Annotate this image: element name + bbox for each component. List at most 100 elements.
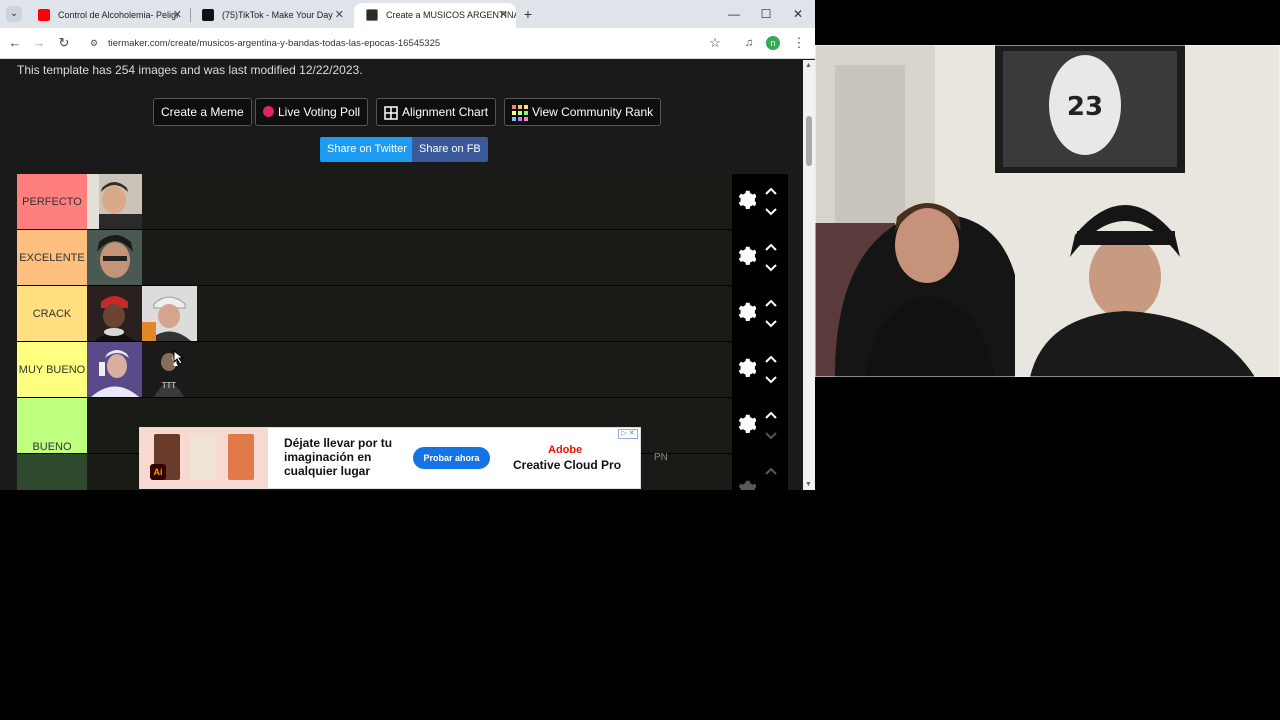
settings-gear-icon[interactable] (736, 358, 756, 378)
tier-items[interactable] (87, 230, 732, 285)
tier-controls (732, 230, 788, 285)
browser-window: ⌄ Control de Alcoholemia- Peligr ✕ (75)T… (0, 0, 815, 490)
minimize-icon[interactable]: — (724, 4, 744, 24)
chevron-down-icon[interactable] (764, 431, 778, 441)
artist-image[interactable]: TTT (142, 342, 197, 397)
tab-tiktok[interactable]: (75)TikTok - Make Your Day ✕ (190, 3, 352, 28)
chevron-up-icon[interactable] (764, 466, 778, 476)
webcam-feed: 23 (815, 45, 1280, 377)
settings-gear-icon[interactable] (736, 190, 756, 210)
tier-row: PERFECTO (17, 174, 788, 230)
create-meme-label: Create a Meme (161, 105, 244, 119)
create-meme-button[interactable]: Create a Meme (153, 98, 252, 126)
media-control-icon[interactable]: ♫ (741, 35, 757, 51)
settings-gear-icon[interactable] (736, 414, 756, 434)
live-voting-poll-button[interactable]: Live Voting Poll (255, 98, 369, 126)
settings-gear-icon[interactable] (736, 480, 756, 490)
live-dot-icon (263, 106, 274, 118)
screen: ⌄ Control de Alcoholemia- Peligr ✕ (75)T… (0, 0, 1280, 720)
alignment-chart-button[interactable]: Alignment Chart (376, 98, 497, 126)
tab-title: (75)TikTok - Make Your Day (222, 10, 333, 20)
url-text: tiermaker.com/create/musicos-argentina-y… (108, 38, 441, 49)
tier-items[interactable] (87, 174, 732, 229)
chevron-up-icon[interactable] (764, 186, 778, 196)
share-twitter-button[interactable]: Share on Twitter (320, 137, 414, 162)
scroll-down-icon[interactable]: ▼ (805, 481, 812, 488)
artist-image[interactable] (142, 286, 197, 341)
tier-controls (732, 454, 788, 490)
ad-banner[interactable]: Ai Déjate llevar por tu imaginación en c… (139, 427, 641, 489)
template-info-text: This template has 254 images and was las… (17, 63, 363, 77)
adobe-logo: Adobe (548, 444, 583, 456)
maximize-icon[interactable]: ☐ (756, 4, 776, 24)
forward-icon[interactable]: → (31, 35, 47, 51)
tiktok-icon (202, 9, 214, 21)
tier-label[interactable]: BUENO (17, 398, 87, 453)
tier-controls (732, 398, 788, 453)
close-icon[interactable]: ✕ (499, 3, 508, 27)
menu-icon[interactable]: ⋮ (791, 35, 807, 51)
webcam-scene-image: 23 (815, 45, 1280, 377)
ad-headline: Déjate llevar por tu imaginación en cual… (284, 436, 393, 478)
tiermaker-icon (366, 9, 378, 21)
scroll-up-icon[interactable]: ▲ (805, 62, 812, 69)
tier-label[interactable]: CRACK (17, 286, 87, 341)
tier-label[interactable]: MUY BUENO (17, 342, 87, 397)
profile-avatar[interactable]: n (766, 36, 780, 50)
tier-label[interactable] (17, 454, 87, 490)
chevron-down-icon[interactable] (764, 263, 778, 273)
ad-product-name: Creative Cloud Pro (513, 458, 622, 472)
tab-title: Create a MUSICOS ARGENTINA (386, 10, 516, 20)
artist-image[interactable] (87, 174, 142, 229)
alignment-label: Alignment Chart (402, 105, 489, 119)
settings-gear-icon[interactable] (736, 302, 756, 322)
tab-youtube[interactable]: Control de Alcoholemia- Peligr ✕ (26, 3, 190, 28)
tier-items[interactable] (87, 286, 732, 341)
chocolate-bar-image (228, 434, 254, 480)
svg-text:TTT: TTT (161, 381, 176, 390)
tab-tiermaker[interactable]: Create a MUSICOS ARGENTINA ✕ (354, 3, 516, 28)
chevron-down-icon[interactable] (764, 207, 778, 217)
chevron-up-icon[interactable] (764, 354, 778, 364)
bookmark-star-icon[interactable]: ☆ (707, 35, 723, 51)
tab-search-chevron-icon[interactable]: ⌄ (6, 6, 22, 22)
close-window-icon[interactable]: ✕ (788, 4, 808, 24)
ad-choices-icon[interactable]: ▷ ✕ (618, 429, 638, 439)
new-tab-button[interactable]: + (520, 6, 536, 22)
artist-image[interactable] (87, 342, 142, 397)
tier-label[interactable]: PERFECTO (17, 174, 87, 229)
chevron-up-icon[interactable] (764, 410, 778, 420)
tier-controls (732, 342, 788, 397)
tier-label[interactable]: EXCELENTE (17, 230, 87, 285)
address-bar[interactable]: ⚙ tiermaker.com/create/musicos-argentina… (82, 32, 732, 55)
chocolate-bar-image (190, 434, 216, 480)
site-info-icon[interactable]: ⚙ (90, 38, 101, 49)
youtube-icon (38, 9, 50, 21)
chevron-down-icon[interactable] (764, 375, 778, 385)
page-scrollbar[interactable]: ▲ ▼ (803, 60, 815, 490)
close-icon[interactable]: ✕ (173, 3, 182, 27)
illustrator-badge: Ai (150, 464, 166, 480)
artist-image[interactable] (87, 230, 142, 285)
tab-title: Control de Alcoholemia- Peligr (58, 10, 180, 20)
ad-cta-button[interactable]: Probar ahora (413, 447, 490, 469)
reload-icon[interactable]: ↻ (56, 35, 72, 51)
close-icon[interactable]: ✕ (335, 3, 344, 27)
toolbar: ← → ↻ ⚙ tiermaker.com/create/musicos-arg… (0, 28, 815, 59)
artist-image[interactable] (87, 286, 142, 341)
community-rank-icon (512, 104, 528, 121)
view-community-rank-button[interactable]: View Community Rank (504, 98, 662, 126)
ad-tag: PN (654, 452, 668, 463)
share-fb-button[interactable]: Share on FB (412, 137, 488, 162)
ad-image-panel: Ai (140, 428, 268, 488)
back-icon[interactable]: ← (7, 35, 23, 51)
community-label: View Community Rank (532, 105, 654, 119)
tier-controls (732, 174, 788, 229)
chevron-down-icon[interactable] (764, 319, 778, 329)
chevron-up-icon[interactable] (764, 298, 778, 308)
live-poll-label: Live Voting Poll (278, 105, 361, 119)
grid-icon (384, 106, 398, 120)
scroll-thumb[interactable] (806, 116, 812, 166)
chevron-up-icon[interactable] (764, 242, 778, 252)
settings-gear-icon[interactable] (736, 246, 756, 266)
